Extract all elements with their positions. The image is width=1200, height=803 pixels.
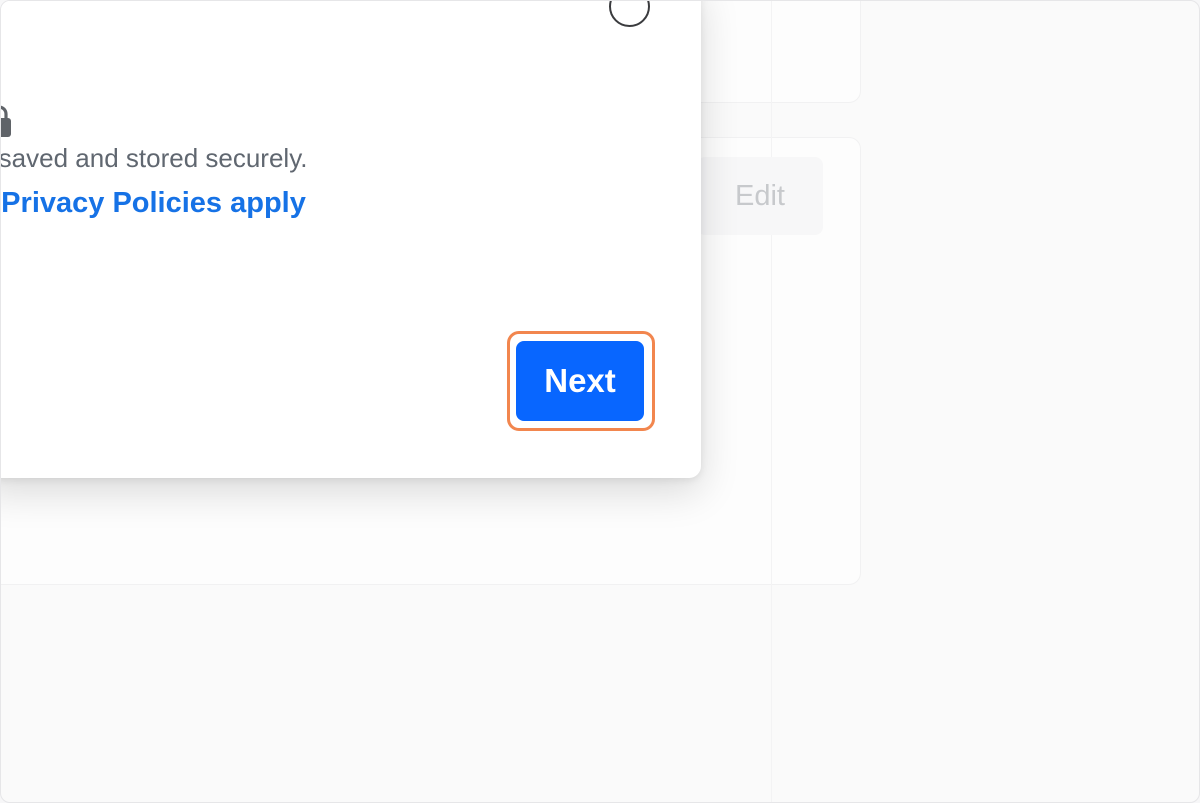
secure-storage-text: e saved and stored securely. bbox=[0, 143, 308, 173]
background-divider bbox=[771, 1, 772, 802]
lock-icon bbox=[1, 105, 11, 137]
edit-button-label: Edit bbox=[735, 179, 785, 212]
dialog: e saved and stored securely. e Privacy P… bbox=[0, 1, 701, 478]
edit-button[interactable]: Edit bbox=[697, 157, 823, 235]
privacy-policies-link[interactable]: e Privacy Policies apply bbox=[1, 187, 306, 220]
app-window: Edit e saved and stored securely. e Priv… bbox=[0, 0, 1200, 803]
circle-outline-icon[interactable] bbox=[609, 1, 650, 27]
next-button[interactable]: Next bbox=[516, 341, 644, 421]
